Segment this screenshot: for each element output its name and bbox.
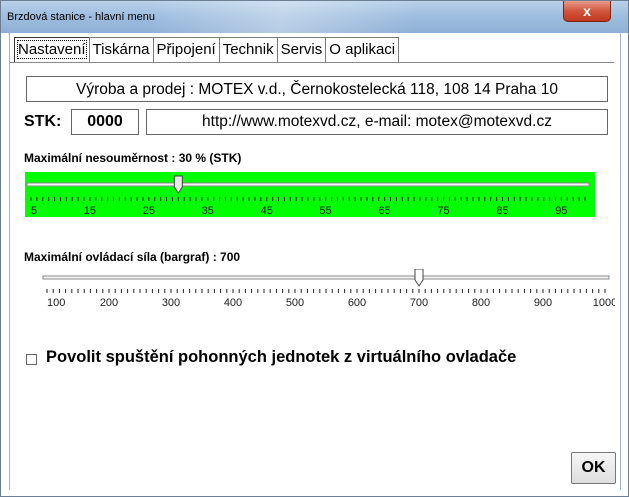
tab-label: Nastavení <box>17 40 87 59</box>
force-slider-track <box>42 275 610 280</box>
tab-nastaveni[interactable]: Nastavení <box>14 37 90 62</box>
close-button[interactable]: x <box>563 1 611 22</box>
force-slider-tick-label: 200 <box>100 297 118 309</box>
title-bar[interactable]: Brzdová stanice - hlavní menu x <box>1 1 628 33</box>
asymmetry-slider-tick-label: 75 <box>437 205 449 217</box>
force-slider-tick-label: 100 <box>47 297 65 309</box>
tab-strip: Nastavení Tiskárna Připojení Technik Servis O… <box>14 37 400 63</box>
tab-o-aplikaci[interactable]: O aplikaci <box>325 37 400 62</box>
virtual-controller-checkbox[interactable] <box>26 354 37 365</box>
window-title: Brzdová stanice - hlavní menu <box>7 11 155 23</box>
force-slider-tick-label: 800 <box>472 297 490 309</box>
tab-technik[interactable]: Technik <box>218 37 278 62</box>
main-window: Brzdová stanice - hlavní menu x Nastaven… <box>0 0 629 497</box>
force-slider-label: Maximální ovládací síla (bargraf) : 700 <box>24 250 241 264</box>
force-slider-tick-label: 1000 <box>593 297 615 309</box>
asymmetry-slider-tick-label: 85 <box>496 205 508 217</box>
stk-label: STK: <box>24 113 62 130</box>
asymmetry-slider-tick-label: 95 <box>555 205 567 217</box>
force-slider[interactable]: 100 200 300 400 500 600 700 800 900 1000 <box>25 269 615 319</box>
stk-field: 0000 <box>71 109 139 135</box>
asymmetry-slider-tick-label: 25 <box>143 205 155 217</box>
force-slider-tick-label: 300 <box>162 297 180 309</box>
title-bar-decoration <box>151 1 481 33</box>
asymmetry-slider-tick-label: 45 <box>261 205 273 217</box>
tab-pripojeni[interactable]: Připojení <box>152 37 220 62</box>
force-slider-tick-label: 700 <box>410 297 428 309</box>
asymmetry-slider-tick-label: 55 <box>320 205 332 217</box>
ok-button[interactable]: OK <box>571 452 616 484</box>
asymmetry-slider-graphic: 5 15 25 35 45 55 65 75 85 95 <box>25 172 595 217</box>
web-contact-field: http://www.motexvd.cz, e-mail: motex@mot… <box>146 109 608 135</box>
asymmetry-slider-label: Maximální nesouměrnost : 30 % (STK) <box>24 151 242 165</box>
tab-tiskarna[interactable]: Tiskárna <box>88 37 154 62</box>
tab-servis[interactable]: Servis <box>276 37 327 62</box>
tab-divider <box>10 62 614 63</box>
force-slider-tick-label: 900 <box>534 297 552 309</box>
force-slider-tick-label: 400 <box>224 297 242 309</box>
asymmetry-slider[interactable]: 5 15 25 35 45 55 65 75 85 95 <box>25 172 595 217</box>
asymmetry-slider-background <box>25 172 595 217</box>
asymmetry-slider-track <box>26 182 590 187</box>
asymmetry-slider-tick-label: 35 <box>202 205 214 217</box>
asymmetry-slider-tick-label: 15 <box>84 205 96 217</box>
address-field: Výroba a prodej : MOTEX v.d., Černokoste… <box>26 76 608 102</box>
virtual-controller-checkbox-label: Povolit spuštění pohonných jednotek z vi… <box>46 348 517 366</box>
client-area: Nastavení Tiskárna Připojení Technik Servis O… <box>9 33 621 490</box>
force-slider-tick-label: 600 <box>348 297 366 309</box>
asymmetry-slider-tick-label: 5 <box>31 205 37 217</box>
force-slider-tick-label: 500 <box>286 297 304 309</box>
force-slider-graphic: 100 200 300 400 500 600 700 800 900 1000 <box>25 269 615 319</box>
asymmetry-slider-tick-label: 65 <box>378 205 390 217</box>
